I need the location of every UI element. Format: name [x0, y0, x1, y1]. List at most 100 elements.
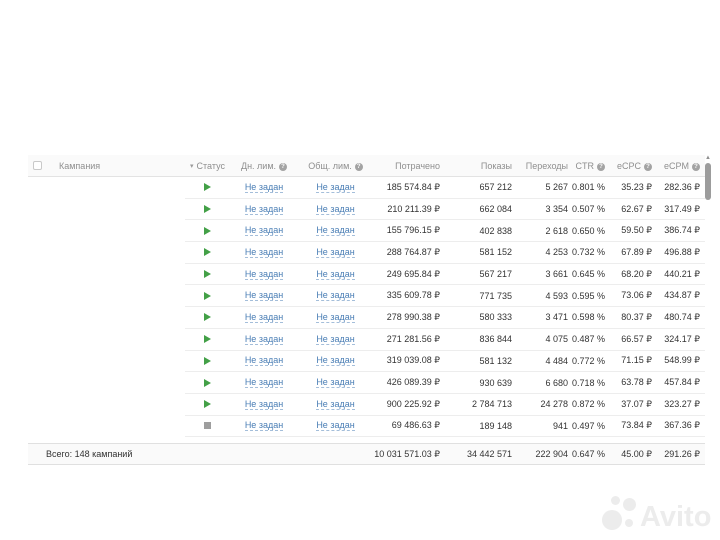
table-row[interactable]: Не задан Не задан 249 695.84 ₽ 567 217 3… — [28, 264, 705, 286]
info-icon[interactable]: ? — [279, 163, 287, 171]
table-row[interactable]: Не задан Не задан 426 089.39 ₽ 930 639 6… — [28, 372, 705, 394]
daily-limit-link[interactable]: Не задан — [245, 377, 283, 388]
total-limit-link[interactable]: Не задан — [316, 225, 354, 236]
clicks-cell: 24 278 — [517, 394, 573, 416]
ecpc-cell: 59.50 ₽ — [610, 220, 657, 242]
campaign-name-cell-redacted — [28, 394, 185, 416]
daily-limit-link[interactable]: Не задан — [245, 204, 283, 215]
daily-limit-link[interactable]: Не задан — [245, 399, 283, 410]
total-limit-link[interactable]: Не задан — [316, 204, 354, 215]
total-limit-link[interactable]: Не задан — [316, 377, 354, 388]
table-row[interactable]: Не задан Не задан 69 486.63 ₽ 189 148 94… — [28, 416, 705, 438]
column-header-spent[interactable]: Потрачено — [373, 161, 445, 171]
status-cell — [185, 372, 230, 394]
impressions-cell: 581 132 — [445, 351, 517, 373]
daily-limit-cell: Не задан — [230, 264, 298, 286]
avito-watermark: Avito — [602, 494, 714, 534]
total-limit-link[interactable]: Не задан — [316, 290, 354, 301]
status-play-icon — [204, 313, 211, 321]
table-row[interactable]: Не задан Не задан 185 574.84 ₽ 657 212 5… — [28, 177, 705, 199]
clicks-cell: 2 618 — [517, 220, 573, 242]
clicks-cell: 5 267 — [517, 177, 573, 199]
table-row[interactable]: Не задан Не задан 900 225.92 ₽ 2 784 713… — [28, 394, 705, 416]
daily-limit-link[interactable]: Не задан — [245, 247, 283, 258]
campaign-name-cell-redacted — [28, 307, 185, 329]
table-row[interactable]: Не задан Не задан 210 211.39 ₽ 662 084 3… — [28, 199, 705, 221]
campaign-name-cell-redacted — [28, 264, 185, 286]
column-header-daily-limit[interactable]: Дн. лим.? — [230, 161, 298, 171]
info-icon[interactable]: ? — [692, 163, 700, 171]
status-play-icon — [204, 270, 211, 278]
table-row[interactable]: Не задан Не задан 335 609.78 ₽ 771 735 4… — [28, 285, 705, 307]
table-row[interactable]: Не задан Не задан 271 281.56 ₽ 836 844 4… — [28, 329, 705, 351]
scroll-up-arrow-icon[interactable]: ▲ — [704, 155, 712, 161]
vertical-scrollbar[interactable]: ▲ — [704, 155, 712, 467]
daily-limit-link[interactable]: Не задан — [245, 269, 283, 280]
impressions-cell: 2 784 713 — [445, 394, 517, 416]
status-cell — [185, 242, 230, 264]
daily-limit-link[interactable]: Не задан — [245, 182, 283, 193]
total-limit-link[interactable]: Не задан — [316, 247, 354, 258]
total-limit-cell: Не задан — [298, 242, 373, 264]
total-limit-link[interactable]: Не задан — [316, 312, 354, 323]
table-row[interactable]: Не задан Не задан 155 796.15 ₽ 402 838 2… — [28, 220, 705, 242]
column-header-impressions[interactable]: Показы — [445, 161, 517, 171]
column-header-clicks[interactable]: Переходы — [517, 161, 573, 171]
column-header-ctr[interactable]: CTR? — [573, 161, 610, 171]
daily-limit-link[interactable]: Не задан — [245, 334, 283, 345]
total-limit-cell: Не задан — [298, 416, 373, 438]
total-limit-cell: Не задан — [298, 351, 373, 373]
total-limit-cell: Не задан — [298, 199, 373, 221]
daily-limit-link[interactable]: Не задан — [245, 290, 283, 301]
campaign-name-cell-redacted — [28, 329, 185, 351]
impressions-cell: 580 333 — [445, 307, 517, 329]
scrollbar-thumb[interactable] — [705, 163, 711, 200]
column-header-status[interactable]: ▾ Статус — [185, 161, 230, 171]
column-header-campaign[interactable]: Кампания — [28, 161, 185, 171]
status-play-icon — [204, 227, 211, 235]
table-row[interactable]: Не задан Не задан 288 764.87 ₽ 581 152 4… — [28, 242, 705, 264]
spent-cell: 185 574.84 ₽ — [373, 177, 445, 199]
status-play-icon — [204, 400, 211, 408]
total-limit-link[interactable]: Не задан — [316, 355, 354, 366]
totals-ecpm: 291.26 ₽ — [657, 449, 705, 460]
total-limit-link[interactable]: Не задан — [316, 269, 354, 280]
info-icon[interactable]: ? — [597, 163, 605, 171]
clicks-cell: 3 354 — [517, 199, 573, 221]
column-header-ecpm[interactable]: eCPM? — [657, 161, 705, 171]
ecpm-cell: 317.49 ₽ — [657, 199, 705, 221]
campaign-name-cell-redacted — [28, 285, 185, 307]
ecpm-cell: 480.74 ₽ — [657, 307, 705, 329]
table-row[interactable]: Не задан Не задан 319 039.08 ₽ 581 132 4… — [28, 351, 705, 373]
total-limit-cell: Не задан — [298, 307, 373, 329]
total-limit-cell: Не задан — [298, 285, 373, 307]
info-icon[interactable]: ? — [644, 163, 652, 171]
column-header-total-limit[interactable]: Общ. лим.? — [298, 161, 373, 171]
ctr-cell: 0.598 % — [573, 307, 610, 329]
info-icon[interactable]: ? — [355, 163, 363, 171]
ecpm-cell: 324.17 ₽ — [657, 329, 705, 351]
column-label-ecpm: eCPM — [664, 161, 689, 171]
status-filter-caret-icon[interactable]: ▾ — [190, 162, 194, 170]
total-limit-link[interactable]: Не задан — [316, 182, 354, 193]
page: Кампания ▾ Статус Дн. лим.? Общ. лим.? П… — [0, 0, 720, 540]
total-limit-cell: Не задан — [298, 372, 373, 394]
campaign-name-cell-redacted — [28, 372, 185, 394]
ctr-cell: 0.872 % — [573, 394, 610, 416]
clicks-cell: 3 471 — [517, 307, 573, 329]
total-limit-link[interactable]: Не задан — [316, 334, 354, 345]
daily-limit-link[interactable]: Не задан — [245, 420, 283, 431]
ctr-cell: 0.732 % — [573, 242, 610, 264]
total-limit-link[interactable]: Не задан — [316, 420, 354, 431]
total-limit-link[interactable]: Не задан — [316, 399, 354, 410]
spent-cell: 249 695.84 ₽ — [373, 264, 445, 286]
column-header-ecpc[interactable]: eCPC? — [610, 161, 657, 171]
daily-limit-link[interactable]: Не задан — [245, 312, 283, 323]
daily-limit-cell: Не задан — [230, 285, 298, 307]
daily-limit-link[interactable]: Не задан — [245, 225, 283, 236]
ecpc-cell: 63.78 ₽ — [610, 372, 657, 394]
select-all-checkbox[interactable] — [33, 161, 42, 170]
table-row[interactable]: Не задан Не задан 278 990.38 ₽ 580 333 3… — [28, 307, 705, 329]
total-limit-cell: Не задан — [298, 264, 373, 286]
daily-limit-link[interactable]: Не задан — [245, 355, 283, 366]
